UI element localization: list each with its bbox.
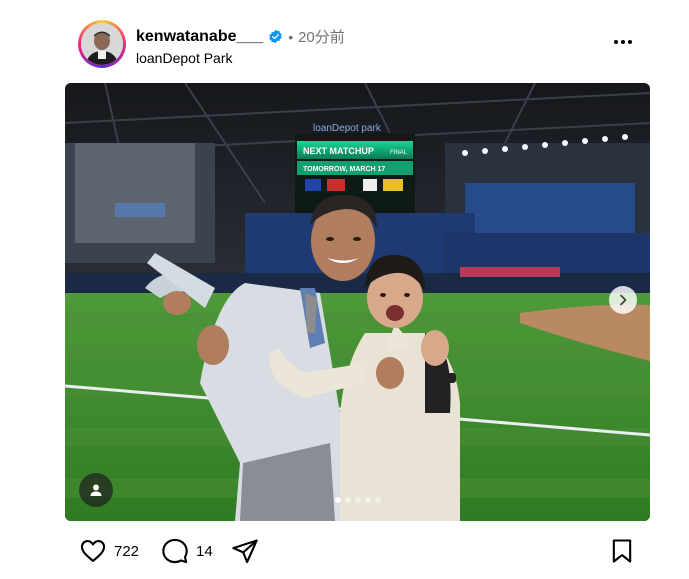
action-bar: 722 14	[78, 537, 638, 569]
username-link[interactable]: kenwatanabe___	[136, 28, 263, 46]
comment-button[interactable]: 14	[160, 537, 213, 565]
send-icon	[232, 539, 258, 564]
carousel-dot	[354, 497, 361, 503]
carousel-indicator	[65, 497, 650, 503]
like-count[interactable]: 722	[114, 543, 139, 560]
scoreboard-header: NEXT MATCHUP	[303, 146, 374, 156]
save-button[interactable]	[608, 537, 636, 565]
next-slide-button[interactable]	[609, 286, 637, 314]
post-time[interactable]: 20分前	[298, 26, 345, 47]
user-tag-icon	[90, 484, 102, 496]
carousel-dot	[334, 497, 341, 503]
avatar[interactable]	[78, 20, 126, 68]
share-button[interactable]	[230, 537, 260, 565]
comment-count[interactable]: 14	[196, 543, 213, 560]
scoreboard-tag: FINAL	[390, 150, 408, 156]
carousel-dot	[374, 497, 381, 503]
more-icon	[614, 40, 618, 44]
like-button[interactable]: 722	[78, 537, 139, 565]
more-options-button[interactable]	[608, 30, 638, 54]
comment-icon	[162, 538, 188, 564]
post-header: kenwatanabe___ • 20分前 loanDepot Park	[78, 20, 638, 72]
carousel-dot	[364, 497, 371, 503]
carousel-dot	[344, 497, 351, 503]
avatar-image[interactable]	[81, 23, 123, 65]
separator-dot: •	[288, 28, 294, 45]
scoreboard-brand: loanDepot park	[313, 123, 382, 134]
post-image[interactable]: NEXT MATCHUP FINAL TOMORROW, MARCH 17 lo…	[65, 83, 650, 521]
bookmark-icon	[612, 539, 632, 563]
heart-icon	[80, 540, 106, 562]
scoreboard-date: TOMORROW, MARCH 17	[303, 166, 385, 173]
verified-badge-icon	[268, 29, 283, 44]
location-link[interactable]: loanDepot Park	[136, 50, 233, 66]
chevron-right-icon	[620, 294, 627, 306]
